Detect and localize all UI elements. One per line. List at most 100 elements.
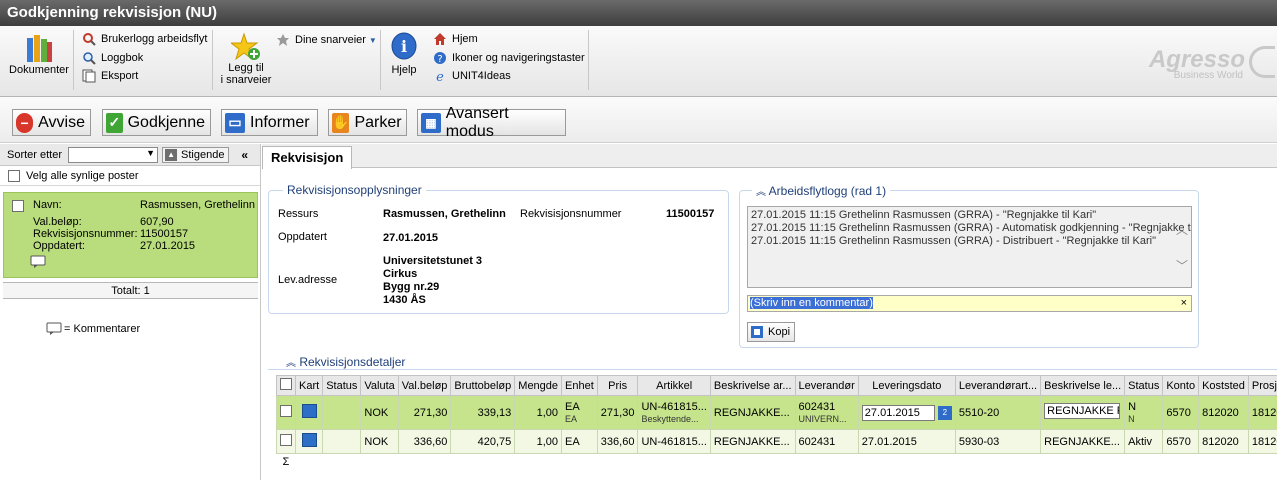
column-header[interactable]: Konto xyxy=(1162,375,1200,396)
kart-cell[interactable] xyxy=(294,429,324,454)
beskrivelse-le-cell[interactable]: REGNJAKKE PV xyxy=(1040,395,1126,430)
i-snarveier-label: i snarveier xyxy=(220,74,272,86)
requisition-info-legend: Rekvisisjonsopplysninger xyxy=(283,183,426,197)
ribbon-separator xyxy=(588,30,589,90)
comment-placeholder: (Skriv inn en kommentar) xyxy=(750,297,873,309)
avansert-modus-button[interactable]: ▦ Avansert modus xyxy=(417,105,566,140)
card-checkbox[interactable] xyxy=(12,200,24,212)
workflow-log-list[interactable]: 27.01.2015 11:15 Grethelinn Rasmussen (G… xyxy=(747,206,1192,288)
eksport-button[interactable]: Eksport xyxy=(82,69,138,83)
collapse-chevron-icon[interactable]: ︽ xyxy=(756,187,766,198)
pris-cell: 336,60 xyxy=(596,429,639,454)
loggbok-button[interactable]: Loggbok xyxy=(82,51,143,65)
collapse-panel-icon[interactable]: « xyxy=(241,148,248,162)
row-select-cell[interactable] xyxy=(276,429,296,454)
search-icon xyxy=(83,52,96,65)
row-select-cell[interactable] xyxy=(276,395,296,430)
rekvnr-label: Rekvisisjonsnummer xyxy=(520,208,622,220)
map-icon[interactable] xyxy=(301,433,317,447)
logo-subtitle: Business World xyxy=(1173,70,1243,81)
column-header[interactable]: Beskrivelse ar... xyxy=(709,375,796,396)
leveringsdato-input[interactable]: 27.01.2015 xyxy=(861,404,935,421)
scroll-up-icon[interactable]: ︿ xyxy=(1176,221,1188,238)
scroll-down-icon[interactable]: ﹀ xyxy=(1176,257,1188,274)
parker-button[interactable]: ✋ Parker xyxy=(328,109,407,136)
unit4ideas-link[interactable]: e UNIT4Ideas xyxy=(433,69,511,83)
sort-select[interactable]: ▼ xyxy=(68,146,159,163)
requisition-card[interactable]: Navn: Rasmussen, Grethelinn Val.beløp: 6… xyxy=(3,192,258,278)
kart-cell[interactable] xyxy=(294,395,324,430)
select-all-checkbox[interactable] xyxy=(8,169,20,182)
log-entry: 27.01.2015 11:15 Grethelinn Rasmussen (G… xyxy=(751,222,1192,234)
kopi-button[interactable]: Kopi xyxy=(747,322,796,342)
clear-icon[interactable]: × xyxy=(1181,296,1187,311)
column-header[interactable]: Status xyxy=(1124,375,1164,396)
column-header[interactable]: Beskrivelse le... xyxy=(1040,375,1126,396)
column-header[interactable]: Pris xyxy=(596,375,639,396)
card-oppdatert-value: 27.01.2015 xyxy=(140,240,196,252)
informer-button[interactable]: ▭ Informer xyxy=(221,109,318,136)
avvise-button[interactable]: − Avvise xyxy=(12,109,91,136)
status2-cell: N N xyxy=(1124,395,1164,430)
header-checkbox[interactable] xyxy=(280,378,292,390)
table-row[interactable]: NOK 336,60 420,75 1,00 EA 336,60 UN-4618… xyxy=(276,429,1277,454)
rekvnr-value: 11500157 xyxy=(666,208,715,220)
column-header[interactable]: Val.beløp xyxy=(397,375,452,396)
chevron-down-icon: ▼ xyxy=(146,147,156,158)
tab-rekvisisjon[interactable]: Rekvisisjon xyxy=(262,146,353,169)
dine-snarveier-dropdown[interactable]: Dine snarveier ▼ xyxy=(276,33,377,47)
comment-input[interactable]: (Skriv inn en kommentar) × xyxy=(747,295,1192,312)
details-legend: ︽ Rekvisisjonsdetaljer xyxy=(282,354,410,369)
levart-cell: 5930-03 xyxy=(954,429,1042,454)
beskrivelse-le-input[interactable]: REGNJAKKE PV xyxy=(1044,403,1121,419)
map-icon[interactable] xyxy=(301,404,317,418)
left-panel: Sorter etter ▼ ▲ Stigende « Velg alle sy… xyxy=(0,144,261,480)
column-header[interactable]: Status xyxy=(322,375,362,396)
column-header[interactable]: Bruttobeløp xyxy=(450,375,516,396)
column-header[interactable]: Leverandørart... xyxy=(954,375,1042,396)
leveringsdato-cell: 27.01.2015 xyxy=(857,429,956,454)
svg-text:i: i xyxy=(401,37,407,56)
column-header[interactable]: Koststed xyxy=(1198,375,1249,396)
comments-legend-label: = Kommentarer xyxy=(64,323,141,335)
details-title: Rekvisisjonsdetaljer xyxy=(299,355,406,369)
hjem-link[interactable]: Hjem xyxy=(433,32,478,46)
adresse-line-1: Universitetstunet 3 xyxy=(383,255,483,267)
books-icon xyxy=(27,35,52,62)
oppdatert-value: 27.01.2015 xyxy=(383,232,439,244)
info-icon: i xyxy=(391,32,417,60)
comment-icon[interactable] xyxy=(30,255,46,269)
select-all-label: Velg alle synlige poster xyxy=(26,169,139,182)
column-header[interactable]: Artikkel xyxy=(637,375,711,396)
ikoner-link[interactable]: ? Ikoner og navigeringstaster xyxy=(433,51,585,65)
row-checkbox[interactable] xyxy=(280,434,292,446)
collapse-chevron-icon[interactable]: ︽ xyxy=(286,358,296,369)
valuta-cell: NOK xyxy=(360,429,399,454)
column-header[interactable]: Enhet xyxy=(561,375,598,396)
table-row[interactable]: NOK 271,30 339,13 1,00 EA EA 271,30 UN-4… xyxy=(276,395,1277,430)
row-checkbox[interactable] xyxy=(280,405,292,417)
stigende-toggle[interactable]: ▲ Stigende xyxy=(162,146,230,163)
column-header[interactable]: Mengde xyxy=(514,375,563,396)
brutto-cell: 420,75 xyxy=(450,429,516,454)
column-header[interactable]: Valuta xyxy=(360,375,399,396)
calendar-icon[interactable]: 2 xyxy=(937,405,952,420)
header-select-all[interactable] xyxy=(276,375,296,396)
koststed-cell: 812020 xyxy=(1198,429,1249,454)
hjelp-button[interactable]: i Hjelp xyxy=(387,32,421,76)
star-add-icon xyxy=(231,32,260,61)
select-all-row[interactable]: Velg alle synlige poster xyxy=(0,166,260,186)
column-header[interactable]: Leveringsdato xyxy=(857,375,956,396)
godkjenne-label: Godkjenne xyxy=(127,113,205,131)
details-table: Kart Status Valuta Val.beløp Bruttobeløp… xyxy=(276,375,1277,471)
dokumenter-button[interactable]: Dokumenter xyxy=(8,32,70,76)
column-header[interactable]: Kart xyxy=(294,375,324,396)
legg-til-snarveier-button[interactable]: Legg til i snarveier xyxy=(215,32,277,86)
column-header[interactable]: Prosje xyxy=(1247,375,1277,396)
leveringsdato-cell[interactable]: 27.01.2015 2 xyxy=(857,395,956,430)
status-cell xyxy=(322,395,362,430)
godkjenne-button[interactable]: ✓ Godkjenne xyxy=(102,109,211,136)
column-header[interactable]: Leverandør xyxy=(794,375,859,396)
brukerlogg-button[interactable]: Brukerlogg arbeidsflyt xyxy=(82,32,207,46)
leverandor-value: 602431 xyxy=(798,401,836,413)
